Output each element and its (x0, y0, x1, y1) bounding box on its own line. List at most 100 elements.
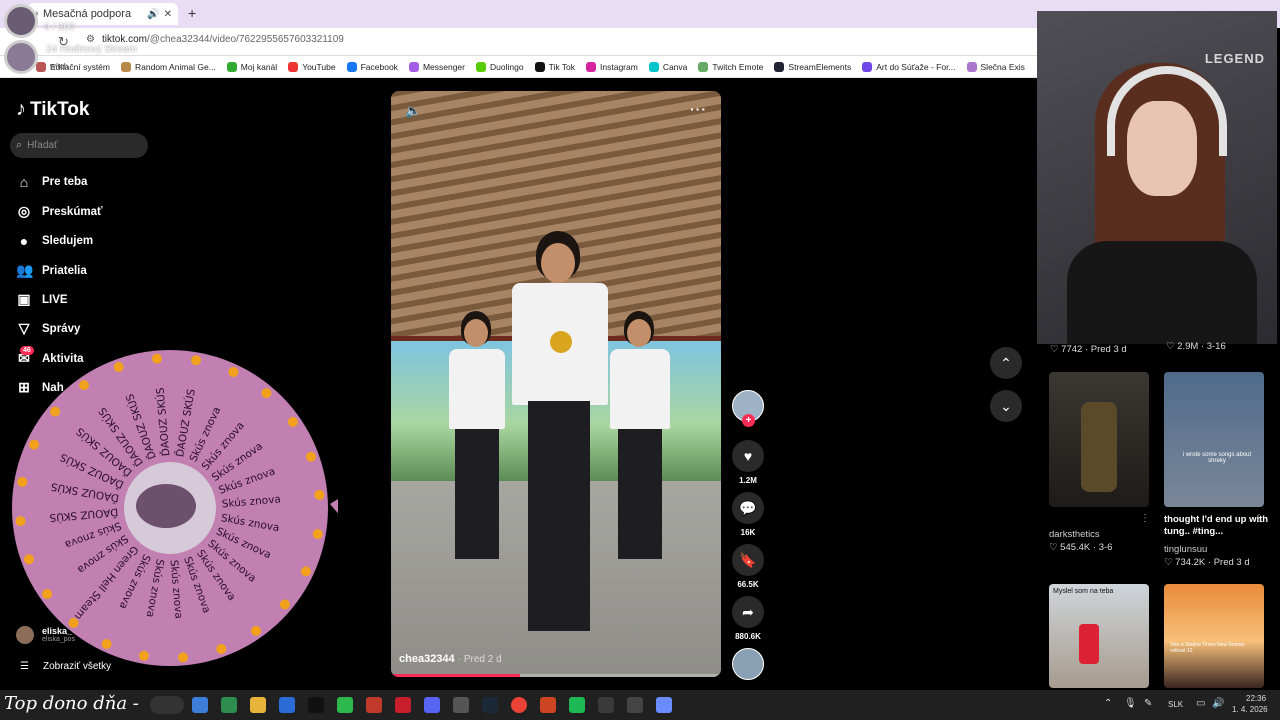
sound-disc-icon (732, 648, 764, 680)
video-thumbnail[interactable] (1049, 372, 1149, 507)
github-icon[interactable] (453, 697, 469, 713)
more-vertical-icon[interactable]: ⋮ (1140, 513, 1150, 524)
recorder-icon[interactable] (366, 697, 382, 713)
heart-icon: ♥ (732, 440, 764, 472)
bookmark-item[interactable]: Instagram (586, 61, 638, 72)
following-avatar-icon: ● (19, 233, 29, 249)
taskbar-search[interactable] (150, 696, 184, 714)
chrome-icon[interactable] (511, 697, 527, 713)
sidebar-item-live[interactable]: ▣ LIVE (16, 291, 67, 308)
video-thumbnail[interactable]: Myslel som na teba (1049, 584, 1149, 688)
close-tab-icon[interactable]: ✕ (164, 9, 172, 20)
clock-date[interactable]: 1. 4. 2026 (1232, 705, 1268, 714)
console-icon[interactable] (627, 697, 643, 713)
bookmark-item[interactable]: Moj kanál (226, 61, 277, 72)
bookmark-item[interactable]: YouTube (288, 61, 336, 72)
bookmark-item[interactable]: Twitch Emote (698, 61, 764, 72)
wheel-emoji-icon (50, 406, 61, 417)
bookmark-favicon-icon (586, 61, 597, 72)
microphone-icon[interactable]: 🎙 (1124, 698, 1137, 709)
bookmark-item[interactable]: Duolingo (476, 61, 524, 72)
store-icon[interactable] (279, 697, 295, 713)
stream-goal-title: 24 Hodinový Stream (46, 44, 137, 55)
save-button[interactable]: 🔖 66.5K (732, 544, 764, 589)
app-icon[interactable] (308, 697, 324, 713)
network-icon[interactable]: ▭ (1196, 698, 1205, 709)
video-thumbnail[interactable]: Toto a Stadne Times New Roman velkost 12 (1164, 584, 1264, 688)
comment-button[interactable]: 💬 16K (732, 492, 764, 537)
video-author[interactable]: chea32344 · Pred 2 d (399, 653, 502, 665)
wheel-emoji-icon (29, 439, 40, 450)
video-posted-ago: · Pred 2 d (457, 654, 502, 665)
terminal-icon[interactable] (192, 697, 208, 713)
video-player[interactable]: 🔈 ··· chea32344 · Pred 2 d (391, 91, 721, 677)
wheel-emoji-icon (151, 353, 162, 364)
screen: ♪ Mesačná podpora 🔊 ✕ + ↻ ⚙ tiktok.com/@… (0, 0, 1280, 720)
speaker-icon[interactable]: 🔊 (147, 9, 159, 20)
search-input[interactable]: ⌕ Hľadať (10, 133, 148, 158)
wheel-emoji-icon (300, 566, 311, 577)
wheel-emoji-icon (42, 589, 53, 600)
sidebar-item-friends[interactable]: 👥 Priatelia (16, 262, 87, 279)
bookmark-item[interactable]: Slečna Exis (966, 61, 1025, 72)
grid-user[interactable]: darksthetics (1049, 529, 1100, 540)
pen-icon[interactable]: ✎ (1144, 698, 1152, 709)
sidebar-item-messages[interactable]: ▽ Správy (16, 320, 81, 337)
creative-cloud-icon[interactable] (221, 697, 237, 713)
file-explorer-icon[interactable] (250, 697, 266, 713)
bookmark-item[interactable]: Art do Súťaže - For... (862, 61, 956, 72)
volume-icon[interactable]: 🔊 (1212, 698, 1224, 709)
home-icon: ⌂ (19, 174, 29, 190)
like-count: 1.2M (739, 476, 757, 485)
discord-icon[interactable] (424, 697, 440, 713)
video-author-name: chea32344 (399, 653, 455, 665)
language-indicator[interactable]: SLK (1168, 700, 1183, 709)
share-button[interactable]: ➦ 880.6K (732, 596, 764, 641)
wheel-emoji-icon (216, 643, 227, 654)
share-icon: ➦ (732, 596, 764, 628)
bookmark-favicon-icon (226, 61, 237, 72)
video-thumbnail[interactable]: i wrote some songs about shreky (1164, 372, 1264, 507)
bookmark-favicon-icon (36, 61, 46, 72)
bookmark-item[interactable]: Editační systém (36, 61, 110, 72)
spotify-icon[interactable] (569, 697, 585, 713)
chair-brand-logo: LEGEND (1204, 51, 1265, 66)
bookmark-item[interactable]: Messenger (408, 61, 465, 72)
tray-chevron-up-icon[interactable]: ⌃ (1104, 698, 1112, 709)
sidebar-item-home[interactable]: ⌂ Pre teba (16, 174, 88, 190)
next-video-button[interactable]: ⌄ (990, 390, 1022, 422)
webcam-overlay: LEGEND (1037, 11, 1277, 344)
app-icon[interactable] (656, 697, 672, 713)
settings-icon[interactable] (598, 697, 614, 713)
previous-video-button[interactable]: ⌃ (990, 347, 1022, 379)
sound-disc-button[interactable] (732, 648, 764, 680)
sidebar-item-label: Preskúmať (42, 205, 103, 218)
sidebar-item-following-avatar[interactable]: ● Sledujem (16, 233, 93, 249)
new-tab-button[interactable]: + (188, 5, 196, 21)
sidebar-item-compass[interactable]: ◎ Preskúmať (16, 203, 103, 220)
xbox-icon[interactable] (337, 697, 353, 713)
tab-title: Mesačná podpora (43, 8, 132, 20)
bookmark-item[interactable]: Canva (648, 61, 687, 72)
mute-icon[interactable]: 🔈 (405, 103, 421, 119)
video-progress-bar[interactable] (391, 674, 721, 677)
bookmark-label: Twitch Emote (712, 61, 764, 72)
bookmark-item[interactable]: Facebook (346, 61, 398, 72)
bookmark-favicon-icon (476, 61, 486, 72)
clock-time[interactable]: 22:36 (1246, 694, 1266, 703)
steam-icon[interactable] (482, 697, 498, 713)
url-text[interactable]: tiktok.com/@chea32344/video/762295565760… (102, 34, 344, 45)
tiktok-logo[interactable]: ♪ TikTok (16, 98, 89, 121)
like-button[interactable]: ♥ 1.2M (732, 440, 764, 485)
wheel-emoji-icon (113, 362, 124, 373)
game-icon[interactable] (540, 697, 556, 713)
bookmark-item[interactable]: Tik Tok (534, 61, 575, 72)
bookmark-item[interactable]: Random Animal Ge... (121, 61, 216, 72)
creator-avatar-button[interactable]: + (732, 390, 764, 427)
opera-icon[interactable] (395, 697, 411, 713)
follow-plus-icon[interactable]: + (742, 414, 755, 427)
more-vertical-icon[interactable]: ⋮ (1254, 513, 1264, 524)
bookmark-item[interactable]: StreamElements (774, 61, 851, 72)
more-options-icon[interactable]: ··· (690, 101, 707, 117)
grid-user[interactable]: tinglunsuu (1164, 544, 1207, 555)
